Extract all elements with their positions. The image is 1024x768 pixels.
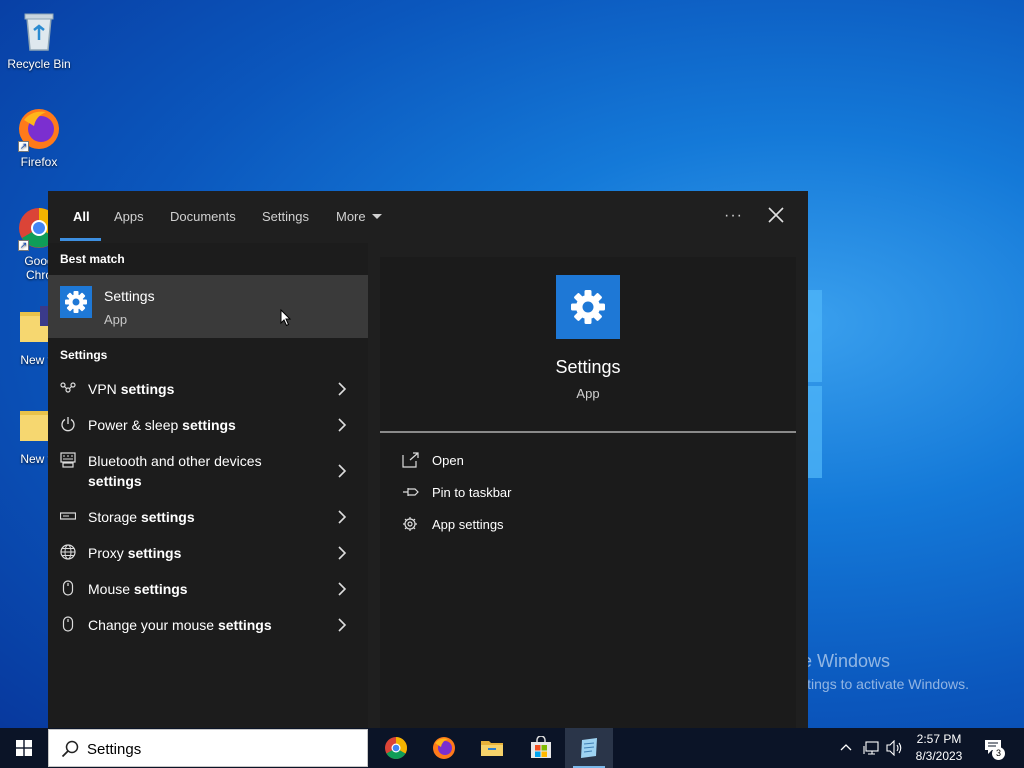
preview-app-name: Settings <box>555 357 621 377</box>
setting-result-power-sleep[interactable]: Power & sleep settings <box>48 407 368 443</box>
search-input[interactable] <box>87 738 357 760</box>
shortcut-arrow-icon: ↗ <box>18 141 29 152</box>
filter-tabs: All Apps Documents Settings More ··· <box>48 191 808 243</box>
action-label: App settings <box>432 517 504 532</box>
volume-button[interactable] <box>884 728 906 768</box>
store-icon <box>531 736 551 758</box>
notification-count-badge: 3 <box>992 747 1005 760</box>
mouse-cursor-icon <box>280 309 292 327</box>
setting-result-label: Storage settings <box>88 509 195 525</box>
best-match-result[interactable]: Settings App <box>48 275 368 338</box>
recycle-bin-icon <box>16 8 62 54</box>
best-match-heading: Best match <box>60 252 125 266</box>
gear-icon <box>65 291 87 313</box>
show-hidden-icons-button[interactable] <box>836 728 856 768</box>
network-icon <box>863 741 879 755</box>
pin-icon <box>403 488 419 496</box>
chevron-right-icon <box>338 582 347 596</box>
tab-apps[interactable]: Apps <box>114 209 144 224</box>
mouse-icon <box>62 580 74 596</box>
windows-logo-icon <box>16 740 32 756</box>
open-icon <box>402 452 419 468</box>
taskbar-app-file-explorer[interactable] <box>468 728 516 768</box>
file-explorer-icon <box>481 741 503 756</box>
setting-result-proxy[interactable]: Proxy settings <box>48 535 368 571</box>
setting-result-vpn[interactable]: VPN settings <box>48 371 368 407</box>
clock-date: 8/3/2023 <box>915 749 963 763</box>
action-label: Open <box>432 453 464 468</box>
chevron-right-icon <box>338 546 347 560</box>
desktop-icon-label: Recycle Bin <box>7 57 71 71</box>
close-icon <box>768 207 784 223</box>
network-status-button[interactable] <box>860 728 882 768</box>
chevron-down-icon <box>371 214 382 219</box>
best-match-type: App <box>104 312 128 327</box>
power-icon <box>61 417 75 432</box>
devices-icon <box>60 452 76 468</box>
firefox-icon <box>433 737 455 759</box>
setting-result-bluetooth-devices[interactable]: Bluetooth and other devices settings <box>48 443 368 499</box>
desktop-icon-label: Firefox <box>20 155 58 169</box>
search-icon <box>61 740 79 758</box>
start-button[interactable] <box>0 728 48 768</box>
storage-icon <box>60 512 76 520</box>
start-search-panel: All Apps Documents Settings More ··· Bes… <box>48 191 808 728</box>
taskbar-app-store[interactable] <box>517 728 565 768</box>
preview-app-type: App <box>576 386 600 401</box>
desktop-icon-recycle-bin[interactable]: Recycle Bin <box>6 8 72 71</box>
setting-result-label: Bluetooth and other devices settings <box>88 453 262 489</box>
setting-result-label: Proxy settings <box>88 545 182 561</box>
chevron-right-icon <box>338 382 347 396</box>
clock[interactable]: 2:57 PM 8/3/2023 <box>906 731 972 765</box>
more-options-button[interactable]: ··· <box>724 207 743 225</box>
setting-result-label: Power & sleep settings <box>88 417 236 433</box>
chevron-up-icon <box>840 744 852 751</box>
preview-pane: Settings App Open Pin to taskbar App set… <box>380 257 796 728</box>
taskbar-app-chrome[interactable] <box>372 728 420 768</box>
settings-app-large-icon <box>556 275 620 339</box>
chevron-right-icon <box>338 618 347 632</box>
tab-more-label: More <box>336 209 366 224</box>
globe-icon <box>60 544 76 560</box>
chevron-right-icon <box>338 510 347 524</box>
setting-result-label: VPN settings <box>88 381 175 397</box>
results-list: Best match Settings App Settings VPN set… <box>48 243 368 728</box>
settings-app-icon <box>60 286 92 318</box>
taskbar-search-box[interactable] <box>48 729 368 767</box>
taskbar: 2:57 PM 8/3/2023 3 <box>0 728 1024 768</box>
tab-more[interactable]: More <box>336 209 382 224</box>
notepad-icon <box>581 738 597 758</box>
taskbar-app-firefox[interactable] <box>420 728 468 768</box>
vpn-icon <box>60 382 76 393</box>
tab-all[interactable]: All <box>73 209 90 224</box>
setting-result-change-mouse[interactable]: Change your mouse settings <box>48 607 368 643</box>
clock-time: 2:57 PM <box>916 732 962 746</box>
windows-logo-wallpaper <box>808 290 822 478</box>
settings-section-heading: Settings <box>60 348 108 362</box>
active-tab-indicator <box>60 238 101 241</box>
firefox-icon: ↗ <box>16 106 62 152</box>
tab-settings[interactable]: Settings <box>262 209 309 224</box>
gear-icon <box>403 517 417 531</box>
chrome-icon <box>385 737 407 759</box>
action-label: Pin to taskbar <box>432 485 512 500</box>
speaker-icon <box>886 740 902 756</box>
shortcut-arrow-icon: ↗ <box>18 240 29 251</box>
setting-result-label: Change your mouse settings <box>88 617 272 633</box>
desktop-icon-firefox[interactable]: ↗ Firefox <box>6 106 72 169</box>
divider <box>380 431 796 433</box>
best-match-name: Settings <box>104 288 155 304</box>
setting-result-label: Mouse settings <box>88 581 188 597</box>
mouse-icon <box>62 616 74 632</box>
taskbar-app-notepad[interactable] <box>565 728 613 768</box>
tab-documents[interactable]: Documents <box>170 209 236 224</box>
gear-icon <box>571 290 605 324</box>
setting-result-storage[interactable]: Storage settings <box>48 499 368 535</box>
setting-result-mouse[interactable]: Mouse settings <box>48 571 368 607</box>
chevron-right-icon <box>338 464 347 478</box>
close-button[interactable] <box>766 205 786 225</box>
chevron-right-icon <box>338 418 347 432</box>
